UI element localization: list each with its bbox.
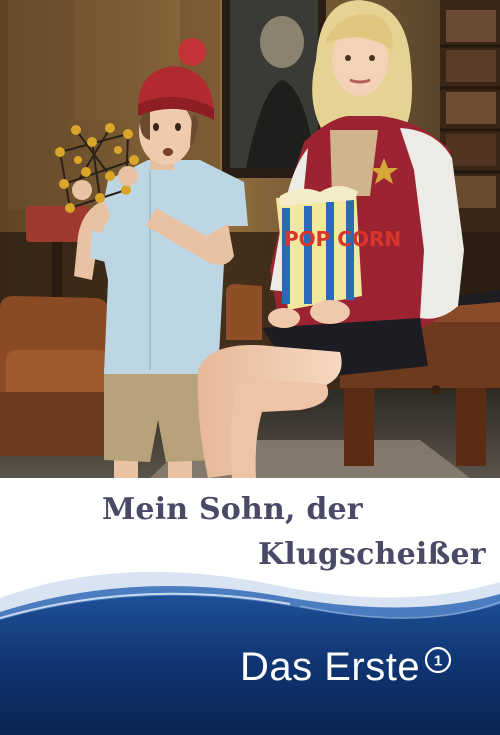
broadcaster-name: Das Erste <box>240 645 421 689</box>
das-erste-logo-icon: 1 <box>425 646 452 673</box>
broadcaster-brand: Das Erste 1 <box>240 645 452 690</box>
cover-photo: POP CORN <box>0 0 500 478</box>
movie-poster: POP CORN Mein Sohn, der Klugscheißer Das… <box>0 0 500 735</box>
popcorn-bag-label: POP CORN <box>284 227 401 251</box>
poster-title-line-1: Mein Sohn, der <box>102 492 363 527</box>
das-erste-logo-digit: 1 <box>434 652 442 669</box>
